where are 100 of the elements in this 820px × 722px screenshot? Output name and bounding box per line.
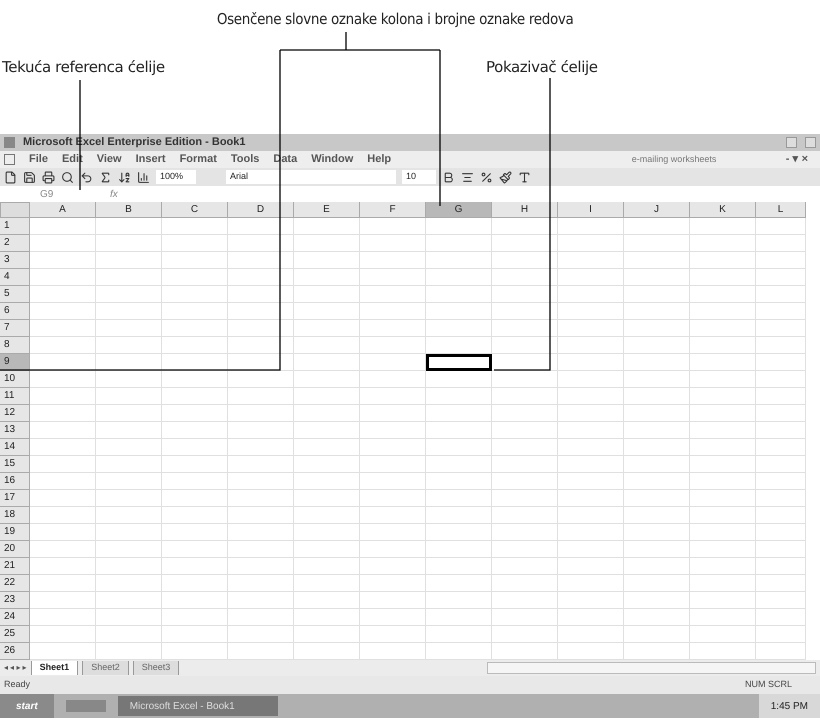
grid-cell[interactable] xyxy=(294,541,360,558)
grid-cell[interactable] xyxy=(162,286,228,303)
grid-cell[interactable] xyxy=(558,405,624,422)
grid-cell[interactable] xyxy=(360,592,426,609)
grid-cell[interactable] xyxy=(96,524,162,541)
grid-cell[interactable] xyxy=(30,388,96,405)
grid-cell[interactable] xyxy=(558,439,624,456)
grid-cell[interactable] xyxy=(492,235,558,252)
grid-cell[interactable] xyxy=(360,337,426,354)
grid-cell[interactable] xyxy=(30,626,96,643)
grid-cell[interactable] xyxy=(492,626,558,643)
grid-cell[interactable] xyxy=(756,235,806,252)
grid-cell[interactable] xyxy=(756,575,806,592)
grid-cell[interactable] xyxy=(492,609,558,626)
grid-cell[interactable] xyxy=(96,439,162,456)
grid-cell[interactable] xyxy=(228,507,294,524)
row-header[interactable]: 11 xyxy=(0,388,30,405)
grid-cell[interactable] xyxy=(30,320,96,337)
grid-cell[interactable] xyxy=(228,422,294,439)
grid-cell[interactable] xyxy=(294,371,360,388)
maximize-icon[interactable] xyxy=(805,137,816,148)
grid-cell[interactable] xyxy=(492,337,558,354)
grid-cell[interactable] xyxy=(690,422,756,439)
row-header[interactable]: 10 xyxy=(0,371,30,388)
grid-cell[interactable] xyxy=(294,405,360,422)
grid-cell[interactable] xyxy=(492,269,558,286)
grid-cell[interactable] xyxy=(624,388,690,405)
grid-cell[interactable] xyxy=(360,558,426,575)
grid-cell[interactable] xyxy=(690,269,756,286)
grid-cell[interactable] xyxy=(426,575,492,592)
grid-cell[interactable] xyxy=(426,626,492,643)
grid-cell[interactable] xyxy=(558,337,624,354)
grid-cell[interactable] xyxy=(756,558,806,575)
grid-cell[interactable] xyxy=(228,218,294,235)
grid-cell[interactable] xyxy=(756,337,806,354)
grid-cell[interactable] xyxy=(558,218,624,235)
grid-cell[interactable] xyxy=(294,252,360,269)
grid-cell[interactable] xyxy=(492,422,558,439)
grid-cell[interactable] xyxy=(96,286,162,303)
row-header[interactable]: 3 xyxy=(0,252,30,269)
grid-cell[interactable] xyxy=(756,507,806,524)
column-header[interactable]: I xyxy=(558,202,624,218)
grid-cell[interactable] xyxy=(228,235,294,252)
grid-cell[interactable] xyxy=(30,575,96,592)
grid-cell[interactable] xyxy=(294,354,360,371)
grid-cell[interactable] xyxy=(162,354,228,371)
grid-cell[interactable] xyxy=(96,626,162,643)
row-header[interactable]: 6 xyxy=(0,303,30,320)
grid-cell[interactable] xyxy=(558,541,624,558)
horizontal-scrollbar[interactable] xyxy=(487,662,816,674)
grid-cell[interactable] xyxy=(228,609,294,626)
grid-cell[interactable] xyxy=(162,303,228,320)
grid-cell[interactable] xyxy=(756,354,806,371)
grid-cell[interactable] xyxy=(624,371,690,388)
row-header[interactable]: 4 xyxy=(0,269,30,286)
grid-cell[interactable] xyxy=(558,626,624,643)
grid-cell[interactable] xyxy=(426,235,492,252)
sheet-icon[interactable] xyxy=(4,154,15,165)
grid-cell[interactable] xyxy=(30,405,96,422)
grid-cell[interactable] xyxy=(360,388,426,405)
column-header[interactable]: A xyxy=(30,202,96,218)
sheet-tab[interactable]: Sheet2 xyxy=(82,661,129,675)
grid-cell[interactable] xyxy=(360,575,426,592)
menu-item[interactable]: Format xyxy=(180,151,217,168)
grid-cell[interactable] xyxy=(228,405,294,422)
grid-cell[interactable] xyxy=(228,490,294,507)
grid-cell[interactable] xyxy=(756,405,806,422)
grid-cell[interactable] xyxy=(360,422,426,439)
grid-cell[interactable] xyxy=(624,235,690,252)
column-header[interactable]: D xyxy=(228,202,294,218)
grid-cell[interactable] xyxy=(690,439,756,456)
grid-cell[interactable] xyxy=(162,388,228,405)
grid-cell[interactable] xyxy=(558,388,624,405)
grid-cell[interactable] xyxy=(360,320,426,337)
grid-cell[interactable] xyxy=(30,252,96,269)
grid-cell[interactable] xyxy=(228,439,294,456)
grid-cell[interactable] xyxy=(624,405,690,422)
grid-cell[interactable] xyxy=(228,575,294,592)
grid-cell[interactable] xyxy=(756,286,806,303)
grid-cell[interactable] xyxy=(96,218,162,235)
grid-cell[interactable] xyxy=(360,252,426,269)
grid-cell[interactable] xyxy=(624,303,690,320)
grid-cell[interactable] xyxy=(624,592,690,609)
grid-cell[interactable] xyxy=(492,405,558,422)
grid-cell[interactable] xyxy=(30,541,96,558)
row-header[interactable]: 5 xyxy=(0,286,30,303)
grid-cell[interactable] xyxy=(426,558,492,575)
grid-cell[interactable] xyxy=(96,558,162,575)
grid-cell[interactable] xyxy=(294,558,360,575)
grid-cell[interactable] xyxy=(96,473,162,490)
grid-cell[interactable] xyxy=(558,320,624,337)
grid-cell[interactable] xyxy=(294,218,360,235)
minimize-icon[interactable] xyxy=(786,137,797,148)
grid-cell[interactable] xyxy=(426,286,492,303)
menu-item[interactable]: View xyxy=(96,151,122,168)
grid-cell[interactable] xyxy=(30,303,96,320)
grid-cell[interactable] xyxy=(756,422,806,439)
menu-item[interactable]: Tools xyxy=(230,151,260,168)
grid-cell[interactable] xyxy=(228,337,294,354)
grid-cell[interactable] xyxy=(30,490,96,507)
